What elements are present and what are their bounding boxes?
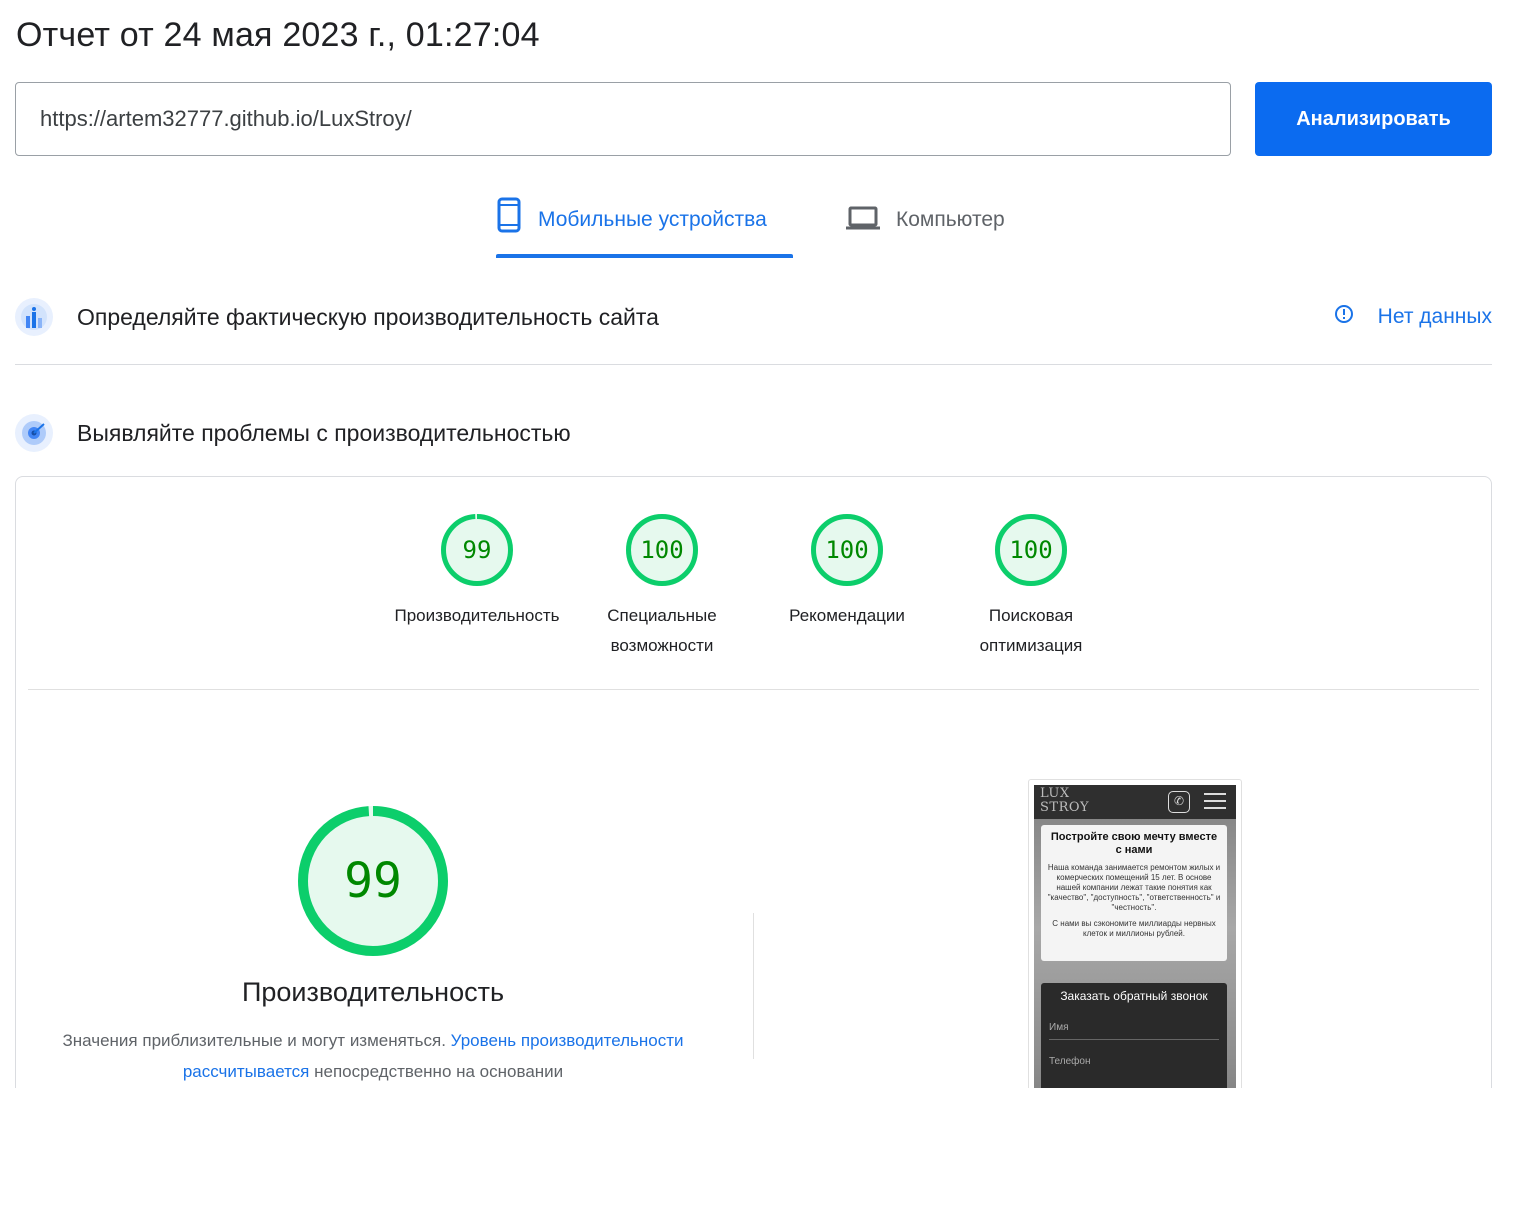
card-divider bbox=[28, 689, 1479, 690]
preview-field-name: Имя bbox=[1049, 1022, 1219, 1040]
info-icon bbox=[1334, 304, 1354, 330]
score-label: Производительность bbox=[394, 606, 560, 625]
score-ring: 99 bbox=[440, 513, 514, 587]
score-label: Рекомендации bbox=[789, 606, 905, 625]
phone-call-icon: ✆ bbox=[1168, 791, 1190, 813]
performance-title: Производительность bbox=[241, 977, 505, 1007]
vertical-divider bbox=[753, 913, 754, 1059]
field-data-title: Определяйте фактическую производительнос… bbox=[77, 303, 659, 330]
analyze-button[interactable]: Анализировать bbox=[1255, 82, 1492, 156]
score-value: 100 bbox=[825, 536, 869, 564]
preview-hero-text-2: С нами вы сэкономите миллиарды нервных к… bbox=[1052, 919, 1216, 938]
gauge-performance[interactable]: 99 Производительность bbox=[382, 513, 572, 631]
score-label: Поисковая оптимизация bbox=[979, 606, 1083, 655]
gauge-best-practices[interactable]: 100 Рекомендации bbox=[752, 513, 942, 631]
preview-hero-text: Наша команда занимается ремонтом жилых и… bbox=[1047, 863, 1221, 912]
tab-mobile[interactable]: Мобильные устройства bbox=[496, 196, 793, 258]
tab-active-indicator bbox=[496, 254, 793, 258]
score-ring: 100 bbox=[810, 513, 884, 587]
hamburger-menu-icon bbox=[1204, 793, 1226, 811]
preview-header: LUX STROY ✆ bbox=[1034, 785, 1236, 819]
gauge-seo[interactable]: 100 Поисковая оптимизация bbox=[936, 513, 1126, 661]
no-data-label: Нет данных bbox=[1377, 305, 1492, 328]
preview-logo: LUX STROY bbox=[1040, 786, 1090, 815]
preview-form-title: Заказать обратный звонок bbox=[1060, 989, 1208, 1003]
url-input[interactable] bbox=[15, 82, 1231, 156]
gauge-accessibility[interactable]: 100 Специальные возможности bbox=[567, 513, 757, 661]
lab-data-icon bbox=[15, 414, 53, 452]
score-ring: 100 bbox=[994, 513, 1068, 587]
score-value: 99 bbox=[462, 536, 492, 564]
section-divider bbox=[15, 364, 1492, 365]
performance-score: 99 bbox=[344, 853, 402, 909]
lab-data-title: Выявляйте проблемы с производительностью bbox=[77, 419, 571, 446]
lab-data-section: Выявляйте проблемы с производительностью bbox=[15, 414, 1492, 452]
score-gauges: 99 Производительность 100 Специальные воз… bbox=[16, 513, 1491, 663]
performance-description: Значения приблизительные и могут изменят… bbox=[62, 1031, 684, 1081]
field-data-icon bbox=[15, 298, 53, 336]
laptop-icon bbox=[846, 196, 880, 240]
score-value: 100 bbox=[640, 536, 684, 564]
tab-desktop[interactable]: Компьютер bbox=[846, 196, 1005, 258]
smartphone-icon bbox=[496, 196, 522, 240]
score-ring: 100 bbox=[625, 513, 699, 587]
preview-field-phone: Телефон bbox=[1049, 1056, 1091, 1067]
score-value: 100 bbox=[1009, 536, 1053, 564]
performance-big-gauge: 99 bbox=[297, 805, 449, 957]
field-data-section: Определяйте фактическую производительнос… bbox=[15, 298, 1492, 336]
report-title: Отчет от 24 мая 2023 г., 01:27:04 bbox=[16, 16, 540, 54]
no-data-link[interactable]: Нет данных bbox=[1334, 304, 1492, 330]
preview-hero-title: Постройте свою мечту вместе с нами bbox=[1050, 831, 1218, 856]
page-bottom-blank bbox=[0, 1088, 1516, 1206]
tab-mobile-label: Мобильные устройства bbox=[538, 208, 767, 231]
preview-hero: Постройте свою мечту вместе с нами Наша … bbox=[1041, 825, 1227, 961]
score-label: Специальные возможности bbox=[607, 606, 717, 655]
tab-desktop-label: Компьютер bbox=[896, 208, 1005, 231]
